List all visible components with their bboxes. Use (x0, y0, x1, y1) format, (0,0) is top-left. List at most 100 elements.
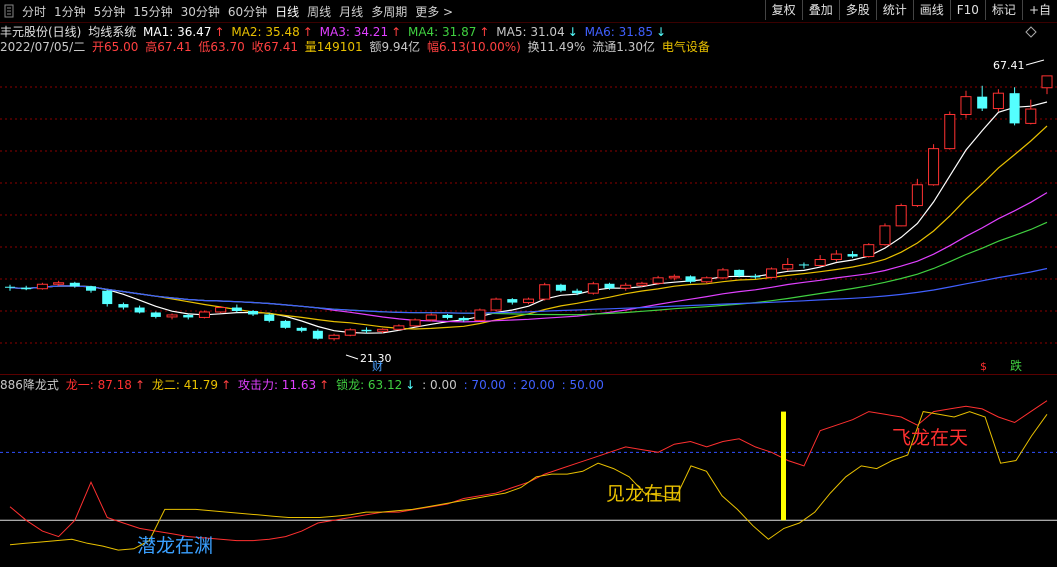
tab-1min[interactable]: 1分钟 (54, 3, 86, 20)
tab-fenshi[interactable]: 分时 (22, 3, 46, 20)
candle-body-up (652, 277, 664, 284)
candle-body-up (717, 269, 729, 279)
candle-body-up (944, 113, 956, 150)
tab-weekly[interactable]: 周线 (307, 3, 331, 20)
level-20-value: : 20.00 (512, 378, 555, 392)
tab-multi-period[interactable]: 多周期 (371, 3, 407, 20)
zero-value: : 0.00 (422, 378, 457, 392)
candle-body-down (361, 329, 372, 332)
sub-indicator-name[interactable]: 886降龙式 (0, 378, 59, 392)
quote-amount: 额9.94亿 (369, 40, 421, 54)
ma1-arrow: ↑ (214, 25, 225, 39)
candle-body-up (863, 244, 875, 258)
ma2-value: MA2: 35.48 (231, 25, 300, 39)
candle-body-up (490, 298, 502, 311)
ma-legend: 丰元股份(日线) 均线系统 MA1: 36.47 ↑ MA2: 35.48 ↑ MA… (0, 24, 669, 40)
candle-body-up (766, 268, 778, 278)
tab-15min[interactable]: 15分钟 (133, 3, 172, 20)
candle-body-down (604, 283, 615, 289)
period-tabs: 分时 1分钟 5分钟 15分钟 30分钟 60分钟 日线 周线 月线 多周期 更… (22, 0, 461, 22)
quote-turnover: 换11.49% (527, 40, 586, 54)
attack-value: 攻击力: 11.63 (237, 378, 317, 392)
candle-body-up (587, 283, 599, 294)
tab-5min[interactable]: 5分钟 (94, 3, 126, 20)
candle-body-up (215, 307, 227, 313)
candle-body-up (1025, 108, 1037, 124)
stock-title: 丰元股份(日线) (0, 25, 82, 39)
attack-arrow: ↑ (319, 378, 330, 392)
f10-button[interactable]: F10 (949, 0, 985, 20)
ma5-arrow: ↓ (567, 25, 578, 39)
candle-body-up (636, 282, 648, 286)
stats-button[interactable]: 统计 (875, 0, 913, 20)
feilong-text: 飞龙在天 (892, 427, 968, 449)
mark-button[interactable]: 标记 (984, 0, 1022, 20)
finance-marker[interactable]: 财 (372, 359, 383, 373)
add-self-button[interactable]: +自 (1021, 0, 1057, 20)
ma6-value: MA6: 31.85 (584, 25, 654, 39)
tab-more[interactable]: 更多 > (415, 3, 453, 20)
jianlong-text: 见龙在田 (606, 483, 682, 505)
candle-body-up (1041, 75, 1053, 89)
candle-body-down (312, 330, 323, 339)
candle-body-down (231, 307, 242, 311)
candle-body-down (296, 327, 307, 331)
candle-body-down (69, 282, 80, 287)
tab-60min[interactable]: 60分钟 (228, 3, 267, 20)
settings-icon[interactable] (1025, 26, 1037, 38)
candle-body-down (264, 314, 275, 321)
ma5-value: MA5: 31.04 (496, 25, 565, 39)
candle-body-down (183, 314, 194, 318)
long2-arrow: ↑ (221, 378, 232, 392)
candle-body-down (977, 96, 988, 109)
candle-body-down (685, 276, 696, 282)
quote-sector[interactable]: 电气设备 (662, 40, 710, 54)
level-50-value: : 50.00 (561, 378, 604, 392)
candle-body-down (248, 310, 259, 315)
kline-chart[interactable]: 67.41 21.30 财 $ 跌 (0, 55, 1057, 375)
dollar-marker[interactable]: $ (980, 360, 987, 373)
candle-body-down (150, 312, 161, 317)
candle-body-down (102, 290, 113, 305)
candle-body-up (425, 314, 437, 321)
candle-body-down (555, 284, 566, 291)
candle-body-down (85, 286, 97, 291)
ma2-arrow: ↑ (302, 25, 313, 39)
candle-body-down (1009, 93, 1020, 124)
tab-30min[interactable]: 30分钟 (181, 3, 220, 20)
candle-body-down (458, 317, 469, 321)
fuquan-button[interactable]: 复权 (764, 0, 802, 20)
candle-body-down (134, 307, 145, 313)
candle-body-down (4, 286, 16, 288)
tab-monthly[interactable]: 月线 (339, 3, 363, 20)
candle-body-up (522, 298, 535, 304)
tab-daily[interactable]: 日线 (275, 3, 299, 20)
quote-volume: 量149101 (304, 40, 363, 54)
candle-body-down (750, 275, 761, 278)
qianlong-text: 潜龙在渊 (137, 535, 213, 557)
candle-body-up (53, 282, 65, 285)
lock-arrow: ↓ (405, 378, 416, 392)
quote-float: 流通1.30亿 (592, 40, 655, 54)
overlay-button[interactable]: 叠加 (801, 0, 839, 20)
indicator-name[interactable]: 均线系统 (88, 25, 136, 39)
candle-body-up (474, 309, 486, 321)
draw-line-button[interactable]: 画线 (912, 0, 950, 20)
indicator-chart[interactable]: 潜龙在渊 见龙在田 飞龙在天 (0, 393, 1057, 566)
level-70-value: : 70.00 (463, 378, 506, 392)
quote-high: 高67.41 (145, 40, 192, 54)
grip-icon (4, 4, 14, 18)
quote-date: 2022/07/05/二 (0, 40, 86, 54)
candle-body-up (782, 263, 794, 270)
candle-body-up (198, 311, 210, 318)
long2-value: 龙二: 41.79 (151, 378, 219, 392)
ma4-value: MA4: 31.87 (407, 25, 477, 39)
sub-legend: 886降龙式 龙一: 87.18 ↑ 龙二: 41.79 ↑ 攻击力: 11.63 ↑… (0, 377, 607, 393)
signal-bar (781, 411, 786, 521)
fall-marker[interactable]: 跌 (1010, 358, 1022, 373)
ma1-value: MA1: 36.47 (143, 25, 212, 39)
multi-stock-button[interactable]: 多股 (838, 0, 876, 20)
ma4-arrow: ↑ (479, 25, 490, 39)
quote-info: 2022/07/05/二 开65.00 高67.41 低63.70 收67.41… (0, 39, 713, 55)
high-price-pointer (1025, 59, 1045, 66)
